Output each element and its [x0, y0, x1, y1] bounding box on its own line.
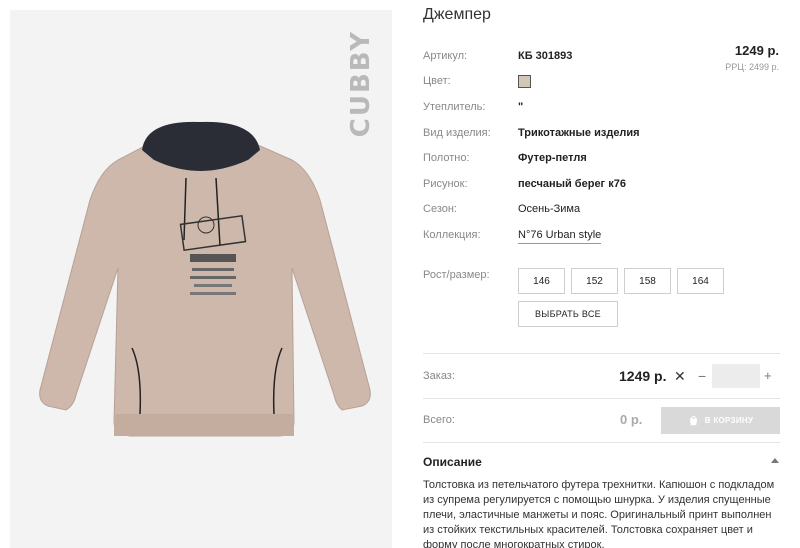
total-value: 0 р.	[620, 412, 643, 427]
description-heading[interactable]: Описание	[423, 455, 482, 469]
description-text: Толстовка из петельчатого футера трехнит…	[423, 479, 775, 548]
collection-label: Коллекция:	[423, 229, 481, 241]
article-value: КБ 301893	[518, 50, 573, 62]
type-value: Трикотажные изделия	[518, 127, 640, 139]
size-label: Рост/размер:	[423, 269, 490, 281]
insulation-label: Утеплитель:	[423, 101, 486, 113]
product-price: 1249 р.	[734, 43, 779, 58]
quantity-increase-button[interactable]: +	[764, 368, 772, 383]
quantity-decrease-button[interactable]: −	[698, 368, 706, 384]
insulation-value: "	[518, 101, 524, 113]
collection-link[interactable]: N°76 Urban style	[518, 229, 602, 244]
size-option-146[interactable]: 146	[518, 268, 565, 294]
fabric-label: Полотно:	[423, 152, 470, 164]
divider	[423, 398, 780, 399]
order-label: Заказ:	[423, 370, 455, 382]
size-option-164[interactable]: 164	[677, 268, 724, 294]
type-label: Вид изделия:	[423, 127, 491, 139]
divider	[423, 442, 780, 443]
season-value: Осень-Зима	[518, 203, 581, 215]
fabric-value: Футер-петля	[518, 152, 587, 164]
product-image[interactable]: CUBBY	[10, 10, 392, 548]
quantity-input[interactable]	[712, 364, 760, 388]
divider	[423, 353, 780, 354]
add-to-cart-label: В КОРЗИНУ	[704, 416, 754, 425]
color-swatch[interactable]	[518, 75, 531, 88]
article-label: Артикул:	[423, 50, 468, 62]
pattern-label: Рисунок:	[423, 178, 468, 190]
brand-logo: CUBBY	[346, 30, 376, 138]
pattern-value: песчаный берег к76	[518, 178, 626, 190]
caret-up-icon[interactable]	[771, 458, 779, 463]
times-icon: ✕	[674, 368, 686, 384]
order-price: 1249 р.	[619, 368, 667, 384]
add-to-cart-button[interactable]: В КОРЗИНУ	[661, 407, 780, 434]
season-label: Сезон:	[423, 203, 457, 215]
total-label: Всего:	[423, 414, 455, 426]
color-label: Цвет:	[423, 75, 451, 87]
size-option-152[interactable]: 152	[571, 268, 618, 294]
hoodie-illustration	[39, 121, 371, 437]
select-all-sizes-button[interactable]: ВЫБРАТЬ ВСЕ	[518, 301, 618, 327]
product-title: Джемпер	[423, 6, 491, 23]
size-option-158[interactable]: 158	[624, 268, 671, 294]
shopping-bag-icon	[689, 415, 697, 426]
recommended-price: РРЦ: 2499 р.	[725, 62, 779, 72]
